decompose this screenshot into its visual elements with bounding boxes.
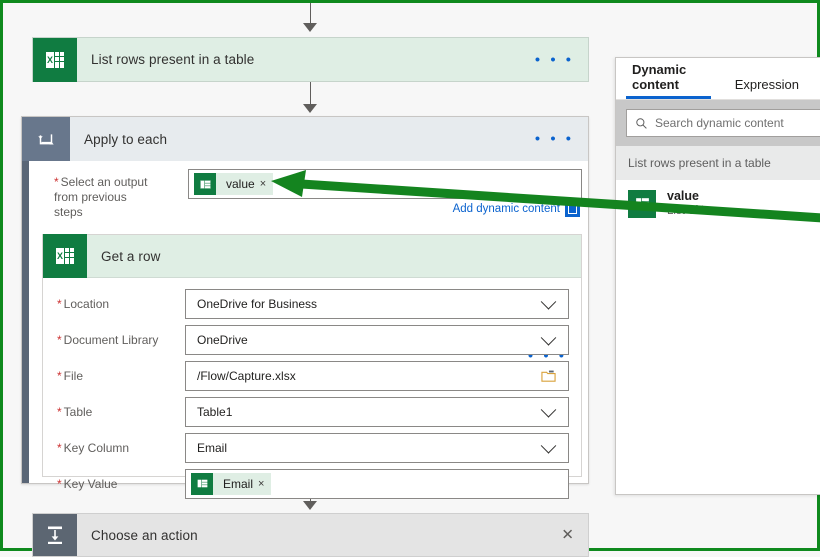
select-output-field: * Select an output from previous steps v… xyxy=(22,169,588,231)
apply-to-each-menu-button[interactable]: • • • xyxy=(535,132,574,147)
action-card-list-rows[interactable]: X List rows present in a table • • • xyxy=(32,37,589,82)
choose-an-action-title: Choose an action xyxy=(91,527,198,543)
dropdown-document-library-value: OneDrive xyxy=(197,332,248,347)
dynamic-panel-search-band: Search dynamic content xyxy=(616,100,820,146)
connector-listrows-arrowhead xyxy=(303,104,317,113)
connector-chooseaction-arrowhead xyxy=(303,501,317,510)
search-input-placeholder: Search dynamic content xyxy=(655,116,784,130)
dynamic-token-label: value xyxy=(226,177,255,191)
dynamic-content-item-name: value xyxy=(667,189,699,203)
dropdown-location[interactable]: OneDrive for Business xyxy=(185,288,569,319)
list-rows-title: List rows present in a table xyxy=(91,52,255,67)
field-label-table: * Table xyxy=(57,404,93,419)
field-row-key-value: * Key Value Email × xyxy=(43,468,581,499)
field-label-document-library: * Document Library xyxy=(57,332,159,347)
folder-icon[interactable] xyxy=(541,369,556,388)
connector-listrows-to-applytoeach xyxy=(310,82,311,106)
svg-text:X: X xyxy=(636,201,640,207)
dynamic-content-item-value[interactable]: X value List of Items xyxy=(616,180,820,218)
excel-icon: X xyxy=(628,189,656,218)
required-marker: * xyxy=(57,476,62,491)
svg-text:X: X xyxy=(47,55,53,65)
dropdown-document-library[interactable]: OneDrive xyxy=(185,324,569,355)
required-marker: * xyxy=(54,175,59,189)
dynamic-token-remove-icon[interactable]: × xyxy=(260,178,273,190)
list-rows-header: X List rows present in a table • • • xyxy=(33,37,588,82)
flow-designer-canvas: X List rows present in a table • • • App… xyxy=(3,3,820,557)
chevron-down-icon[interactable] xyxy=(540,401,557,418)
required-marker: * xyxy=(57,440,62,455)
excel-icon xyxy=(191,472,213,495)
select-output-label: * Select an output from previous steps xyxy=(22,169,156,220)
required-marker: * xyxy=(57,332,62,347)
excel-icon: X xyxy=(33,37,77,82)
chevron-down-icon[interactable] xyxy=(540,329,557,346)
list-rows-menu-button[interactable]: • • • xyxy=(535,52,574,67)
field-label-key-value: * Key Value xyxy=(57,476,118,491)
search-input[interactable]: Search dynamic content xyxy=(626,109,820,137)
select-output-input[interactable]: value × xyxy=(188,169,582,199)
connector-top-arrowhead xyxy=(303,23,317,32)
field-label-file: * File xyxy=(57,368,84,383)
file-picker-value: /Flow/Capture.xlsx xyxy=(197,368,296,383)
field-row-key-column: * Key Column Email xyxy=(43,432,581,463)
dropdown-key-column-value: Email xyxy=(197,440,228,455)
dynamic-content-panel[interactable]: Dynamic content Expression Search dynami… xyxy=(615,57,820,495)
select-output-label-line1: Select an output xyxy=(60,175,148,189)
dynamic-content-item-subtitle: List of Items xyxy=(667,205,729,217)
dropdown-location-value: OneDrive for Business xyxy=(197,296,318,311)
field-row-document-library: * Document Library OneDrive xyxy=(43,324,581,355)
required-marker: * xyxy=(57,404,62,419)
dynamic-token-email-remove-icon[interactable]: × xyxy=(258,478,271,490)
field-row-table: * Table Table1 xyxy=(43,396,581,427)
excel-icon: X xyxy=(43,234,87,278)
add-dynamic-content-link[interactable]: Add dynamic content xyxy=(453,203,560,215)
loop-icon xyxy=(22,117,70,161)
select-output-label-line2: from previous steps xyxy=(54,190,127,219)
chevron-down-icon[interactable] xyxy=(540,437,557,454)
tab-expression[interactable]: Expression xyxy=(729,77,805,99)
get-a-row-fields: * Location OneDrive for Business * Documen… xyxy=(43,278,581,499)
dynamic-token-value[interactable]: value × xyxy=(194,173,274,195)
action-card-choose-an-action[interactable]: Choose an action ✕ xyxy=(32,513,589,557)
choose-an-action-header: Choose an action ✕ xyxy=(33,514,588,556)
apply-to-each-title: Apply to each xyxy=(84,131,168,147)
connector-top xyxy=(310,3,311,25)
field-row-file: * File /Flow/Capture.xlsx xyxy=(43,360,581,391)
dynamic-token-email[interactable]: Email × xyxy=(191,472,272,495)
insert-action-icon xyxy=(33,514,77,556)
required-marker: * xyxy=(57,296,62,311)
close-icon[interactable]: ✕ xyxy=(561,528,574,543)
field-row-location: * Location OneDrive for Business xyxy=(43,288,581,319)
dynamic-content-badge-icon[interactable] xyxy=(565,202,580,217)
dropdown-table-value: Table1 xyxy=(197,404,233,419)
dropdown-key-column[interactable]: Email xyxy=(185,432,569,463)
file-picker-file[interactable]: /Flow/Capture.xlsx xyxy=(185,360,569,391)
required-marker: * xyxy=(57,368,62,383)
screenshot-frame: X List rows present in a table • • • App… xyxy=(0,0,820,557)
dynamic-content-item-text: value List of Items xyxy=(656,189,729,218)
action-card-get-a-row[interactable]: X Get a row • • • * Location OneDrive for… xyxy=(42,234,582,499)
token-input-key-value[interactable]: Email × xyxy=(185,468,569,499)
get-a-row-title: Get a row xyxy=(101,248,161,264)
dynamic-panel-tabs: Dynamic content Expression xyxy=(616,58,820,100)
dynamic-panel-group-header: List rows present in a table xyxy=(616,146,820,180)
field-label-location: * Location xyxy=(57,296,110,311)
excel-icon xyxy=(194,173,216,195)
chevron-down-icon[interactable] xyxy=(540,293,557,310)
apply-to-each-header: Apply to each • • • xyxy=(22,117,588,161)
field-label-key-column: * Key Column xyxy=(57,440,130,455)
tab-dynamic-content[interactable]: Dynamic content xyxy=(626,62,711,99)
action-card-apply-to-each[interactable]: Apply to each • • • * Select an output fr… xyxy=(21,116,589,499)
dropdown-table[interactable]: Table1 xyxy=(185,396,569,427)
get-a-row-header: X Get a row • • • xyxy=(43,234,581,363)
svg-text:X: X xyxy=(57,251,63,261)
dynamic-token-email-label: Email xyxy=(223,476,254,491)
search-icon xyxy=(627,117,648,130)
